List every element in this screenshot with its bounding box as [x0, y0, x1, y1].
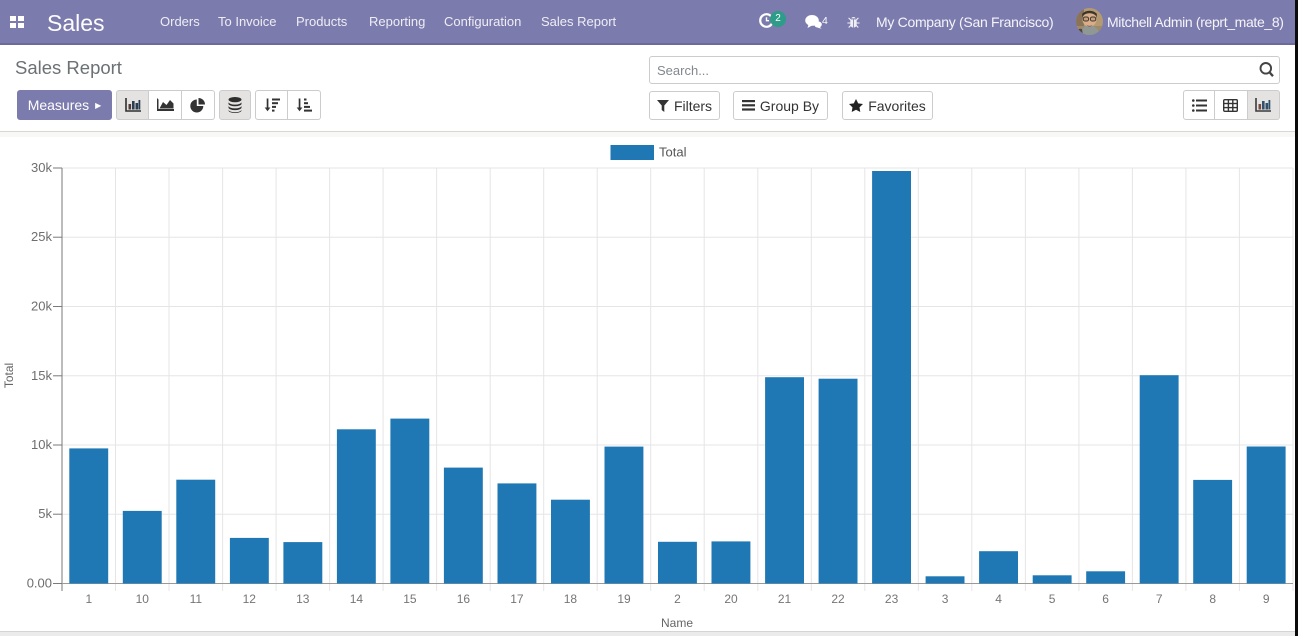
svg-text:23: 23 — [885, 592, 899, 606]
svg-text:19: 19 — [617, 592, 631, 606]
svg-text:9: 9 — [1263, 592, 1270, 606]
svg-text:5: 5 — [1049, 592, 1056, 606]
svg-text:21: 21 — [778, 592, 792, 606]
svg-text:6: 6 — [1102, 592, 1109, 606]
svg-text:13: 13 — [296, 592, 310, 606]
svg-text:30k: 30k — [31, 160, 52, 175]
svg-text:20k: 20k — [31, 299, 52, 314]
svg-text:11: 11 — [190, 592, 203, 606]
svg-text:0.00: 0.00 — [27, 576, 52, 591]
svg-text:15k: 15k — [31, 368, 52, 383]
svg-text:10: 10 — [136, 592, 150, 606]
svg-text:5k: 5k — [38, 506, 52, 521]
svg-text:1: 1 — [85, 592, 92, 606]
svg-text:15: 15 — [403, 592, 417, 606]
svg-text:Name: Name — [661, 616, 693, 630]
svg-text:20: 20 — [724, 592, 738, 606]
svg-text:16: 16 — [457, 592, 471, 606]
svg-text:18: 18 — [564, 592, 578, 606]
svg-text:3: 3 — [942, 592, 949, 606]
svg-text:4: 4 — [995, 592, 1002, 606]
svg-text:10k: 10k — [31, 437, 52, 452]
svg-text:25k: 25k — [31, 229, 52, 244]
svg-text:2: 2 — [674, 592, 681, 606]
svg-text:8: 8 — [1209, 592, 1216, 606]
svg-text:Total: Total — [2, 363, 16, 388]
svg-text:Total: Total — [659, 145, 687, 160]
svg-text:14: 14 — [350, 592, 364, 606]
svg-text:22: 22 — [831, 592, 845, 606]
svg-text:17: 17 — [510, 592, 524, 606]
svg-text:7: 7 — [1156, 592, 1163, 606]
svg-text:12: 12 — [243, 592, 257, 606]
